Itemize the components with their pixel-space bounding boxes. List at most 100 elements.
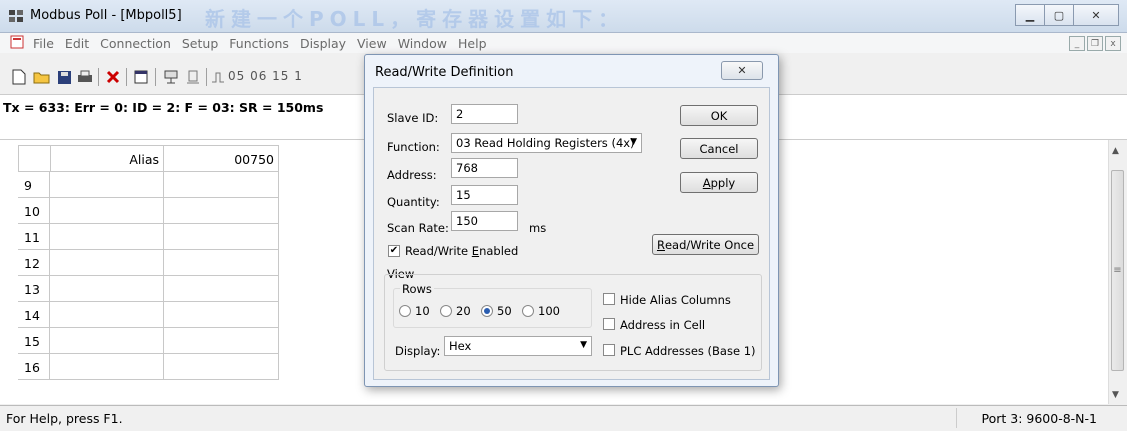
maximize-button[interactable]: ▢ <box>1044 4 1074 26</box>
address-in-cell-checkbox[interactable] <box>603 318 615 330</box>
toolbar-separator <box>206 68 207 86</box>
address-input[interactable]: 768 <box>451 158 518 178</box>
menu-item-file[interactable]: File <box>33 36 54 51</box>
status-divider <box>956 408 957 428</box>
rows-20-radio[interactable] <box>440 305 452 317</box>
register-value-cell[interactable] <box>163 276 279 302</box>
hide-alias-columns-checkbox[interactable] <box>603 293 615 305</box>
alias-cell[interactable] <box>50 354 164 380</box>
rw-enabled-mnemonic: E <box>471 244 480 258</box>
alias-cell[interactable] <box>50 276 164 302</box>
row-number: 10 <box>18 198 50 224</box>
read-write-once-button[interactable]: Read/Write Once <box>652 234 759 255</box>
quantity-label: Quantity: <box>387 195 440 209</box>
ok-button[interactable]: OK <box>680 105 758 126</box>
status-bar: For Help, press F1. Port 3: 9600-8-N-1 <box>0 405 1127 431</box>
alias-cell[interactable] <box>50 302 164 328</box>
window-title: Modbus Poll - [Mbpoll5] <box>30 8 182 23</box>
delete-icon[interactable] <box>104 68 122 86</box>
display-select-value: Hex <box>449 339 472 353</box>
function-label: Function: <box>387 140 440 154</box>
menu-item-display[interactable]: Display <box>300 36 346 51</box>
dialog-close-button[interactable]: ✕ <box>721 61 763 80</box>
save-icon[interactable] <box>55 68 73 86</box>
rw-once-text: ead/Write Once <box>664 237 755 252</box>
alias-cell[interactable] <box>50 198 164 224</box>
row-number: 13 <box>18 276 50 302</box>
function-code-buttons[interactable]: 05 06 15 1 <box>228 69 303 83</box>
row-number: 15 <box>18 328 50 354</box>
row-number: 12 <box>18 250 50 276</box>
menu-item-connection[interactable]: Connection <box>100 36 171 51</box>
quantity-input[interactable]: 15 <box>451 185 518 205</box>
port-status: Port 3: 9600-8-N-1 <box>981 411 1098 426</box>
rows-group-label: Rows <box>400 282 434 296</box>
register-value-cell[interactable] <box>163 302 279 328</box>
apply-button[interactable]: Apply <box>680 172 758 193</box>
rw-enabled-text-pre: Read/Write <box>405 244 472 258</box>
rw-enabled-text-post: nabled <box>479 244 519 258</box>
menu-item-view[interactable]: View <box>357 36 387 51</box>
open-folder-icon[interactable] <box>33 68 51 86</box>
title-bar: Modbus Poll - [Mbpoll5] 新建一个POLL，寄存器设置如下… <box>0 0 1127 33</box>
row-number: 9 <box>18 172 50 198</box>
display-select[interactable]: Hex ▼ <box>444 336 592 356</box>
minimize-button[interactable]: ▁ <box>1015 4 1045 26</box>
alias-cell[interactable] <box>50 172 164 198</box>
menu-item-help[interactable]: Help <box>458 36 487 51</box>
scrollbar-thumb[interactable]: ≡ <box>1111 170 1124 371</box>
register-value-cell[interactable] <box>163 354 279 380</box>
row-number: 11 <box>18 224 50 250</box>
register-value-cell[interactable] <box>163 172 279 198</box>
plc-addresses-checkbox[interactable] <box>603 344 615 356</box>
alias-column-header[interactable]: Alias <box>50 145 164 172</box>
toolbar-separator <box>98 68 99 86</box>
rows-50-radio[interactable] <box>481 305 493 317</box>
disconnect-icon[interactable] <box>184 68 202 86</box>
apply-text: pply <box>710 175 736 190</box>
mdi-close-button[interactable]: x <box>1105 36 1121 51</box>
window-icon[interactable] <box>132 68 150 86</box>
function-select[interactable]: 03 Read Holding Registers (4x) ▼ <box>451 133 642 153</box>
alias-cell[interactable] <box>50 328 164 354</box>
menu-item-window[interactable]: Window <box>398 36 447 51</box>
menu-item-edit[interactable]: Edit <box>65 36 89 51</box>
document-icon <box>10 35 24 49</box>
read-write-enabled-checkbox[interactable]: ✔ <box>388 245 400 257</box>
rw-once-mnemonic: R <box>656 237 665 252</box>
toolbar-separator <box>126 68 127 86</box>
address-label: Address: <box>387 168 437 182</box>
pulse-icon[interactable] <box>211 68 225 86</box>
apply-mnemonic: A <box>702 175 711 190</box>
close-button[interactable]: ✕ <box>1073 4 1119 26</box>
menu-item-functions[interactable]: Functions <box>229 36 289 51</box>
register-value-cell[interactable] <box>163 198 279 224</box>
connect-icon[interactable] <box>162 68 180 86</box>
alias-cell[interactable] <box>50 250 164 276</box>
vertical-scrollbar[interactable]: ▲ ≡ ▼ <box>1108 140 1127 404</box>
menu-item-setup[interactable]: Setup <box>182 36 218 51</box>
scan-rate-input[interactable]: 150 <box>451 211 518 231</box>
register-column-header[interactable]: 00750 <box>163 145 279 172</box>
function-select-value: 03 Read Holding Registers (4x) <box>456 136 635 150</box>
slave-id-input[interactable]: 2 <box>451 104 518 124</box>
mdi-minimize-button[interactable]: _ <box>1069 36 1085 51</box>
register-value-cell[interactable] <box>163 328 279 354</box>
cancel-button[interactable]: Cancel <box>680 138 758 159</box>
mdi-restore-button[interactable]: ❐ <box>1087 36 1103 51</box>
scroll-down-icon[interactable]: ▼ <box>1112 390 1119 400</box>
scan-rate-label: Scan Rate: <box>387 221 449 235</box>
read-write-definition-dialog: Read/Write Definition ✕ Slave ID: 2 Func… <box>364 54 779 387</box>
chevron-down-icon: ▼ <box>580 340 587 350</box>
rows-100-radio[interactable] <box>522 305 534 317</box>
new-file-icon[interactable] <box>10 68 28 86</box>
hide-alias-columns-label: Hide Alias Columns <box>620 293 731 307</box>
register-value-cell[interactable] <box>163 224 279 250</box>
alias-cell[interactable] <box>50 224 164 250</box>
rows-10-radio[interactable] <box>399 305 411 317</box>
rows-50-label: 50 <box>497 304 512 318</box>
modbus-app-icon <box>9 10 23 22</box>
print-icon[interactable] <box>76 68 94 86</box>
scroll-up-icon[interactable]: ▲ <box>1112 146 1119 156</box>
register-value-cell[interactable] <box>163 250 279 276</box>
